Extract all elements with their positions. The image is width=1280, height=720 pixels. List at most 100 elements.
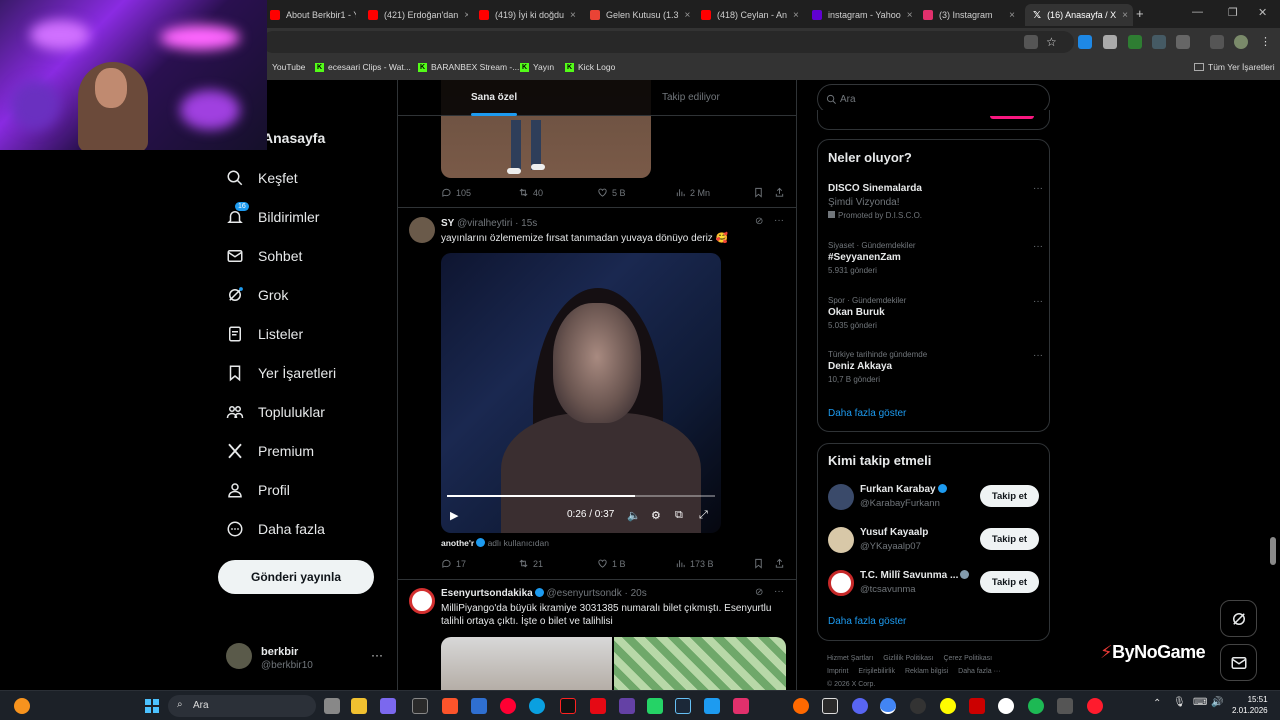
extension-icon[interactable] bbox=[1152, 35, 1166, 49]
show-more-link[interactable]: Daha fazla göster bbox=[828, 408, 906, 419]
discord-icon[interactable] bbox=[852, 698, 868, 714]
new-tab-button[interactable]: + bbox=[1136, 6, 1144, 21]
more-dots-icon[interactable]: ··· bbox=[1033, 350, 1043, 361]
scrollbar-thumb[interactable] bbox=[1270, 537, 1276, 565]
close-tab-icon[interactable]: × bbox=[793, 10, 799, 21]
nav-home[interactable]: Anasayfa bbox=[263, 130, 325, 146]
start-icon[interactable] bbox=[144, 698, 160, 714]
fullscreen-icon[interactable]: ⤢ bbox=[699, 509, 708, 522]
video-player[interactable]: ▶ 0:26 / 0:37 🔈 ⚙ ⧉ ⤢ bbox=[441, 253, 721, 533]
reply-button[interactable]: 105 bbox=[441, 187, 471, 198]
video-progress-bar[interactable] bbox=[447, 495, 715, 497]
footer-link[interactable]: Imprint bbox=[827, 668, 848, 675]
follow-button[interactable]: Takip et bbox=[980, 571, 1039, 593]
menu-dots-icon[interactable]: ⋮ bbox=[1260, 35, 1274, 49]
epic-games-icon[interactable] bbox=[822, 698, 838, 714]
youtube-icon[interactable] bbox=[500, 698, 516, 714]
like-button[interactable]: 5 B bbox=[597, 187, 626, 198]
share-button[interactable] bbox=[774, 187, 785, 198]
picture-in-picture-icon[interactable]: ⧉ bbox=[675, 509, 683, 522]
browser-tab[interactable]: Gelen Kutusu (1.3 × bbox=[582, 4, 690, 26]
retweet-button[interactable]: 40 bbox=[518, 187, 543, 198]
volume-icon[interactable]: 🔈 bbox=[627, 509, 641, 522]
close-window-icon[interactable]: ✕ bbox=[1258, 6, 1267, 19]
avatar[interactable] bbox=[409, 588, 435, 614]
twitch-icon[interactable] bbox=[619, 698, 635, 714]
footer-link[interactable]: Çerez Politikası bbox=[943, 655, 992, 662]
trend-item[interactable]: Spor · Gündemdekiler Okan Buruk 5.035 gö… bbox=[828, 296, 1043, 330]
extension-icon[interactable] bbox=[1128, 35, 1142, 49]
more-dots-icon[interactable]: ··· bbox=[1033, 241, 1043, 252]
app-icon[interactable] bbox=[793, 698, 809, 714]
close-tab-icon[interactable]: × bbox=[1122, 10, 1128, 21]
tab-for-you[interactable]: Sana özel bbox=[471, 92, 517, 103]
footer-link[interactable]: Daha fazla ··· bbox=[958, 668, 1000, 675]
brave-icon[interactable] bbox=[442, 698, 458, 714]
share-button[interactable] bbox=[774, 558, 785, 569]
footer-link[interactable]: Gizlilik Politikası bbox=[883, 655, 933, 662]
bookmark-item[interactable]: K Kick Logo bbox=[565, 62, 615, 72]
whatsapp-icon[interactable] bbox=[647, 698, 663, 714]
browser-tab-active[interactable]: 𝕏 (16) Anasayfa / X × bbox=[1025, 4, 1133, 26]
bookmark-item[interactable]: Kecesaari Clips - Wat... bbox=[315, 62, 411, 72]
app-icon[interactable] bbox=[471, 698, 487, 714]
bookmark-button[interactable] bbox=[753, 558, 764, 569]
close-tab-icon[interactable]: × bbox=[907, 10, 912, 21]
more-dots-icon[interactable]: ··· bbox=[774, 215, 784, 226]
post-button[interactable]: Gönderi yayınla bbox=[218, 560, 374, 594]
nav-grok[interactable]: Grok bbox=[226, 286, 288, 304]
opera-icon[interactable] bbox=[1087, 698, 1103, 714]
edge-icon[interactable] bbox=[529, 698, 545, 714]
reply-button[interactable]: 17 bbox=[441, 558, 466, 569]
microphone-icon[interactable]: 🎙 bbox=[1173, 697, 1186, 708]
steam-icon[interactable] bbox=[675, 698, 691, 714]
play-icon[interactable]: ▶ bbox=[450, 509, 458, 522]
profile-avatar-icon[interactable] bbox=[1234, 35, 1248, 49]
more-dots-icon[interactable]: ··· bbox=[371, 648, 383, 662]
file-explorer-icon[interactable] bbox=[351, 698, 367, 714]
nav-notifications[interactable]: 16 Bildirimler bbox=[226, 202, 319, 226]
network-icon[interactable]: ⌨ bbox=[1193, 697, 1207, 708]
nav-bookmarks[interactable]: Yer İşaretleri bbox=[226, 364, 336, 382]
close-tab-icon[interactable]: × bbox=[570, 10, 576, 21]
trend-item[interactable]: Türkiye tarihinde gündemde Deniz Akkaya … bbox=[828, 350, 1043, 384]
tiktok-icon[interactable] bbox=[560, 698, 576, 714]
account-switcher[interactable]: berkbir @berkbir10 ··· bbox=[226, 643, 386, 675]
trend-item[interactable]: DISCO Sinemalarda Şimdi Vizyonda! Promot… bbox=[828, 183, 1043, 220]
grok-floating-button[interactable] bbox=[1220, 600, 1257, 637]
tweet-media[interactable] bbox=[614, 637, 786, 690]
netflix-icon[interactable] bbox=[590, 698, 606, 714]
like-button[interactable]: 1 B bbox=[597, 558, 626, 569]
puzzle-icon[interactable] bbox=[1176, 35, 1190, 49]
settings-icon[interactable]: ⚙ bbox=[651, 509, 661, 522]
close-tab-icon[interactable]: × bbox=[1009, 10, 1015, 21]
extension-icon[interactable] bbox=[1078, 35, 1092, 49]
install-app-icon[interactable] bbox=[1024, 35, 1038, 49]
minimize-icon[interactable]: — bbox=[1192, 6, 1203, 18]
browser-tab[interactable]: (3) Instagram × bbox=[915, 4, 1023, 26]
browser-tab[interactable]: instagram - Yahoo × bbox=[804, 4, 912, 26]
media-icon[interactable] bbox=[1210, 35, 1224, 49]
bookmark-item[interactable]: YouTube bbox=[272, 62, 305, 72]
retweet-button[interactable]: 21 bbox=[518, 558, 543, 569]
follow-suggestion[interactable]: T.C. Millî Savunma ... @tcsavunma Takip … bbox=[828, 568, 1043, 600]
follow-button[interactable]: Takip et bbox=[980, 528, 1039, 550]
all-bookmarks[interactable]: Tüm Yer İşaretleri bbox=[1194, 62, 1275, 72]
tweet-media[interactable] bbox=[441, 637, 612, 690]
nav-profile[interactable]: Profil bbox=[226, 481, 290, 499]
nav-explore[interactable]: Keşfet bbox=[226, 169, 298, 187]
follow-button[interactable]: Takip et bbox=[980, 485, 1039, 507]
volume-icon[interactable]: 🔊 bbox=[1211, 697, 1223, 708]
browser-tab[interactable]: About Berkbir1 - Y× bbox=[262, 4, 356, 26]
chrome-icon[interactable] bbox=[880, 698, 896, 714]
video-attribution[interactable]: anothe'r adlı kullanıcıdan bbox=[441, 538, 549, 548]
tray-overflow-icon[interactable]: ⌃ bbox=[1153, 698, 1161, 709]
bookmark-item[interactable]: K Yayın bbox=[520, 62, 554, 72]
more-dots-icon[interactable]: ··· bbox=[1033, 183, 1043, 194]
snapchat-icon[interactable] bbox=[940, 698, 956, 714]
omnibox[interactable] bbox=[262, 31, 1074, 53]
subscribe-button[interactable] bbox=[990, 116, 1034, 119]
trend-item[interactable]: Siyaset · Gündemdekiler #SeyyanenZam 5.9… bbox=[828, 241, 1043, 275]
tab-following[interactable]: Takip ediliyor bbox=[662, 92, 720, 103]
restore-icon[interactable]: ❐ bbox=[1228, 6, 1238, 19]
